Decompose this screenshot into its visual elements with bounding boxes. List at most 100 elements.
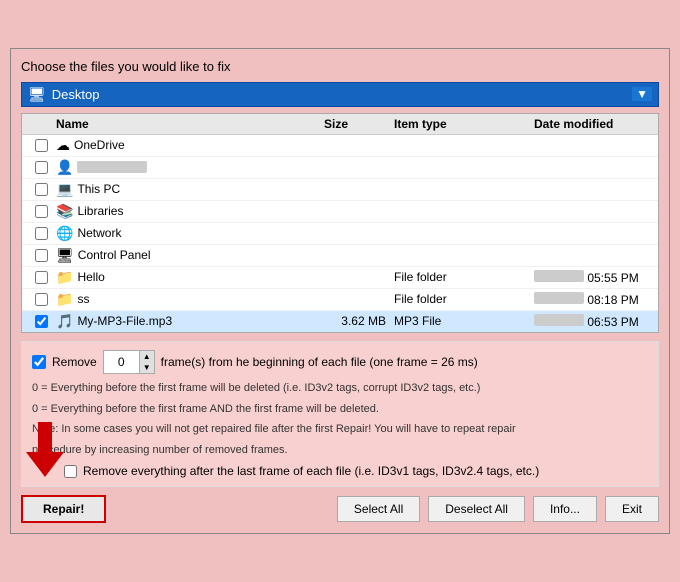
row-name: Network	[77, 226, 121, 240]
table-row: 📁 ss File folder 08:18 PM	[22, 289, 658, 311]
row-name: Libraries	[77, 204, 123, 218]
row-name-cell: 👤	[56, 159, 324, 176]
row-checkbox-cell[interactable]	[26, 161, 56, 174]
date-blurred	[534, 270, 584, 282]
row-name-cell: 📁 Hello	[56, 269, 324, 286]
row-checkbox[interactable]	[35, 249, 48, 262]
date-blurred	[534, 292, 584, 304]
folder-icon: 📁	[56, 269, 73, 286]
row-checkbox[interactable]	[35, 161, 48, 174]
row-checkbox[interactable]	[35, 139, 48, 152]
header-name: Name	[56, 117, 324, 131]
row-checkbox[interactable]	[35, 293, 48, 306]
spin-buttons: ▲ ▼	[139, 351, 154, 373]
info-button[interactable]: Info...	[533, 496, 597, 522]
controlpanel-icon: 🖥	[56, 247, 74, 264]
spin-input-container: ▲ ▼	[103, 350, 155, 374]
exit-button[interactable]: Exit	[605, 496, 659, 522]
table-row: 🌐 Network	[22, 223, 658, 245]
select-all-button[interactable]: Select All	[337, 496, 420, 522]
row-size: 3.62 MB	[324, 314, 394, 328]
header-date: Date modified	[534, 117, 654, 131]
row-name-cell: 🎵 My-MP3-File.mp3	[56, 313, 324, 330]
libraries-icon: 📚	[56, 203, 73, 220]
row-checkbox[interactable]	[35, 205, 48, 218]
row-checkbox-cell[interactable]	[26, 183, 56, 196]
table-row: 📁 Hello File folder 05:55 PM	[22, 267, 658, 289]
row-type: MP3 File	[394, 314, 534, 328]
row-checkbox-cell[interactable]	[26, 205, 56, 218]
row-checkbox-cell[interactable]	[26, 249, 56, 262]
remove-label: Remove	[52, 355, 97, 369]
row-name-cell: 🌐 Network	[56, 225, 324, 242]
remove-suffix: frame(s) from he beginning of each file …	[161, 355, 478, 369]
folder-icon: 📁	[56, 291, 73, 308]
header-type: Item type	[394, 117, 534, 131]
row-name: This PC	[77, 182, 120, 196]
location-bar: 🖥 Desktop ▼	[21, 82, 659, 107]
date-blurred	[534, 314, 584, 326]
remove-row: Remove ▲ ▼ frame(s) from he beginning of…	[32, 350, 648, 374]
row-name: My-MP3-File.mp3	[77, 314, 172, 328]
row-type: File folder	[394, 270, 534, 284]
row-date: 08:18 PM	[534, 292, 654, 307]
file-list-container: Name Size Item type Date modified ☁ OneDr…	[21, 113, 659, 333]
table-row: ☁ OneDrive	[22, 135, 658, 157]
dialog: Choose the files you would like to fix 🖥…	[10, 48, 670, 534]
frame-count-input[interactable]	[104, 354, 139, 370]
location-dropdown-button[interactable]: ▼	[632, 87, 652, 101]
row-checkbox-cell[interactable]	[26, 293, 56, 306]
repair-button[interactable]: Repair!	[21, 495, 106, 523]
info-line-2: 0 = Everything before the first frame AN…	[32, 401, 648, 418]
row-name: OneDrive	[74, 138, 125, 152]
row-checkbox[interactable]	[35, 183, 48, 196]
row-name-cell: 📁 ss	[56, 291, 324, 308]
row-name-cell: ☁ OneDrive	[56, 137, 324, 154]
row-type: File folder	[394, 292, 534, 306]
row-checkbox[interactable]	[35, 315, 48, 328]
row-checkbox-cell[interactable]	[26, 315, 56, 328]
row-name: Hello	[77, 270, 104, 284]
row-checkbox-cell[interactable]	[26, 139, 56, 152]
table-row: 📚 Libraries	[22, 201, 658, 223]
info-line-1: 0 = Everything before the first frame wi…	[32, 380, 648, 397]
options-section: Remove ▲ ▼ frame(s) from he beginning of…	[21, 341, 659, 487]
network-icon: 🌐	[56, 225, 73, 242]
header-check	[26, 117, 56, 131]
deselect-all-button[interactable]: Deselect All	[428, 496, 525, 522]
row-date: 06:53 PM	[534, 314, 654, 329]
thispc-icon: 💻	[56, 181, 73, 198]
remove-checkbox[interactable]	[32, 355, 46, 369]
row-name-cell: 🖥 Control Panel	[56, 247, 324, 264]
location-text: Desktop	[52, 87, 632, 102]
row-name: ss	[77, 292, 89, 306]
table-row: 💻 This PC	[22, 179, 658, 201]
table-row: 🖥 Control Panel	[22, 245, 658, 267]
table-row: 🎵 My-MP3-File.mp3 3.62 MB MP3 File 06:53 …	[22, 311, 658, 333]
folder-icon: 🖥	[28, 86, 46, 103]
row-checkbox-cell[interactable]	[26, 271, 56, 284]
info-line-3: Note: In some cases you will not get rep…	[32, 421, 648, 438]
row-checkbox[interactable]	[35, 271, 48, 284]
row-checkbox[interactable]	[35, 227, 48, 240]
row-name-cell: 💻 This PC	[56, 181, 324, 198]
file-list-header: Name Size Item type Date modified	[22, 114, 658, 135]
spin-up-button[interactable]: ▲	[140, 351, 154, 362]
row-name-blurred	[77, 161, 147, 173]
header-size: Size	[324, 117, 394, 131]
info-line-4: procedure by increasing number of remove…	[32, 442, 648, 459]
row-name: Control Panel	[78, 248, 151, 262]
remove-last-label: Remove everything after the last frame o…	[83, 464, 539, 478]
mp3-icon: 🎵	[56, 313, 73, 330]
dialog-title: Choose the files you would like to fix	[21, 59, 659, 74]
red-arrow-icon	[26, 422, 64, 477]
bottom-buttons: Repair! Select All Deselect All Info... …	[21, 495, 659, 523]
row-name-cell: 📚 Libraries	[56, 203, 324, 220]
row-checkbox-cell[interactable]	[26, 227, 56, 240]
onedrive-icon: ☁	[56, 137, 70, 154]
user-icon: 👤	[56, 159, 73, 176]
table-row: 👤	[22, 157, 658, 179]
row-date: 05:55 PM	[534, 270, 654, 285]
remove-last-checkbox[interactable]	[64, 465, 77, 478]
spin-down-button[interactable]: ▼	[140, 362, 154, 373]
